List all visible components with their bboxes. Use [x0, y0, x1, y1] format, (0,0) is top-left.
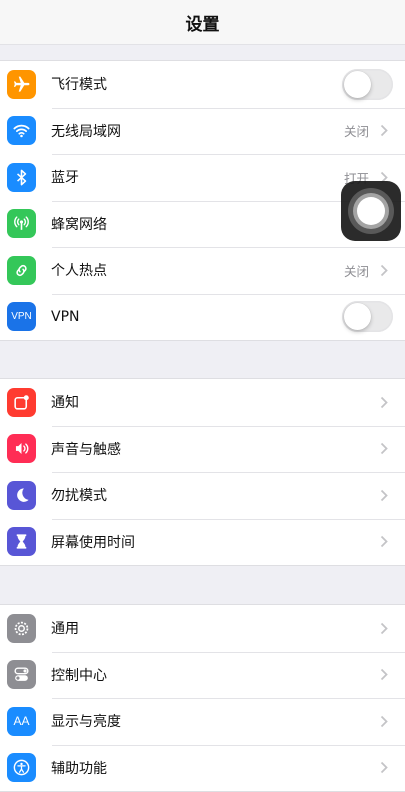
assistive-touch-ring: [353, 193, 389, 229]
wifi-status: 关闭: [343, 124, 369, 140]
chevron-right-icon: [375, 533, 393, 551]
chevron-right-icon: [375, 393, 393, 411]
gear-icon: [7, 613, 36, 643]
row-wifi[interactable]: 无线局域网 关闭: [0, 107, 405, 155]
row-label: 飞行模式: [51, 77, 107, 94]
row-screen-time[interactable]: 屏幕使用时间: [0, 518, 405, 566]
speaker-icon: [7, 434, 36, 464]
chevron-right-icon: [375, 440, 393, 458]
chevron-right-icon: [375, 712, 393, 730]
switches-icon: [7, 660, 36, 690]
row-label: 控制中心: [51, 667, 107, 684]
assistive-touch-ring: [348, 188, 394, 234]
row-vpn[interactable]: VPN VPN: [0, 293, 405, 341]
row-label: 声音与触感: [51, 441, 121, 458]
row-control-center[interactable]: 控制中心: [0, 651, 405, 699]
airplane-mode-toggle[interactable]: [342, 68, 393, 100]
text-size-icon-text: AA: [13, 714, 30, 729]
settings-group-notifications: 通知 声音与触感 勿扰模式 屏幕使用时间: [0, 378, 405, 566]
section-gap: [0, 566, 405, 604]
vpn-icon-text: VPN: [11, 311, 32, 323]
chevron-right-icon: [375, 486, 393, 504]
page-title: 设置: [185, 14, 220, 35]
chevron-right-icon: [375, 122, 393, 140]
row-airplane-mode[interactable]: 飞行模式: [0, 61, 405, 108]
toggle-knob: [344, 70, 371, 98]
moon-icon: [7, 480, 36, 510]
row-accessibility[interactable]: 辅助功能: [0, 744, 405, 792]
settings-group-general: 通用 控制中心 AA 显示与亮度 辅助功能: [0, 604, 405, 792]
wifi-icon: [7, 116, 36, 146]
section-gap: [0, 45, 405, 60]
assistive-touch-button[interactable]: [341, 181, 401, 241]
bluetooth-icon: [7, 162, 36, 192]
row-personal-hotspot[interactable]: 个人热点 关闭: [0, 247, 405, 294]
row-label: 蓝牙: [51, 170, 79, 187]
row-label: 无线局域网: [51, 123, 121, 140]
chevron-right-icon: [375, 666, 393, 684]
hourglass-icon: [7, 527, 36, 557]
assistive-touch-center: [357, 197, 385, 225]
nav-bar: 设置: [0, 0, 405, 45]
airplane-icon: [7, 69, 36, 99]
antenna-icon: [7, 209, 36, 239]
vpn-toggle[interactable]: [342, 301, 393, 333]
row-sounds-haptics[interactable]: 声音与触感: [0, 425, 405, 473]
hotspot-icon: [7, 255, 36, 285]
hotspot-status: 关闭: [343, 263, 369, 279]
chevron-right-icon: [375, 759, 393, 777]
row-label: 勿扰模式: [51, 488, 107, 505]
row-notifications[interactable]: 通知: [0, 379, 405, 426]
row-label: 通知: [51, 395, 79, 412]
row-label: 蜂窝网络: [51, 216, 107, 233]
row-label: 通用: [51, 621, 79, 638]
row-general[interactable]: 通用: [0, 605, 405, 652]
row-do-not-disturb[interactable]: 勿扰模式: [0, 472, 405, 519]
row-label: 屏幕使用时间: [51, 534, 135, 551]
section-gap: [0, 341, 405, 378]
text-size-icon: AA: [7, 706, 36, 736]
row-display-brightness[interactable]: AA 显示与亮度: [0, 698, 405, 745]
row-label: 辅助功能: [51, 760, 107, 777]
vpn-icon: VPN: [7, 302, 36, 332]
accessibility-icon: [7, 753, 36, 783]
toggle-knob: [344, 303, 371, 331]
notification-icon: [7, 387, 36, 417]
row-label: 个人热点: [51, 263, 107, 280]
chevron-right-icon: [375, 261, 393, 279]
chevron-right-icon: [375, 619, 393, 637]
row-label: VPN: [51, 308, 80, 325]
row-label: 显示与亮度: [51, 714, 121, 731]
